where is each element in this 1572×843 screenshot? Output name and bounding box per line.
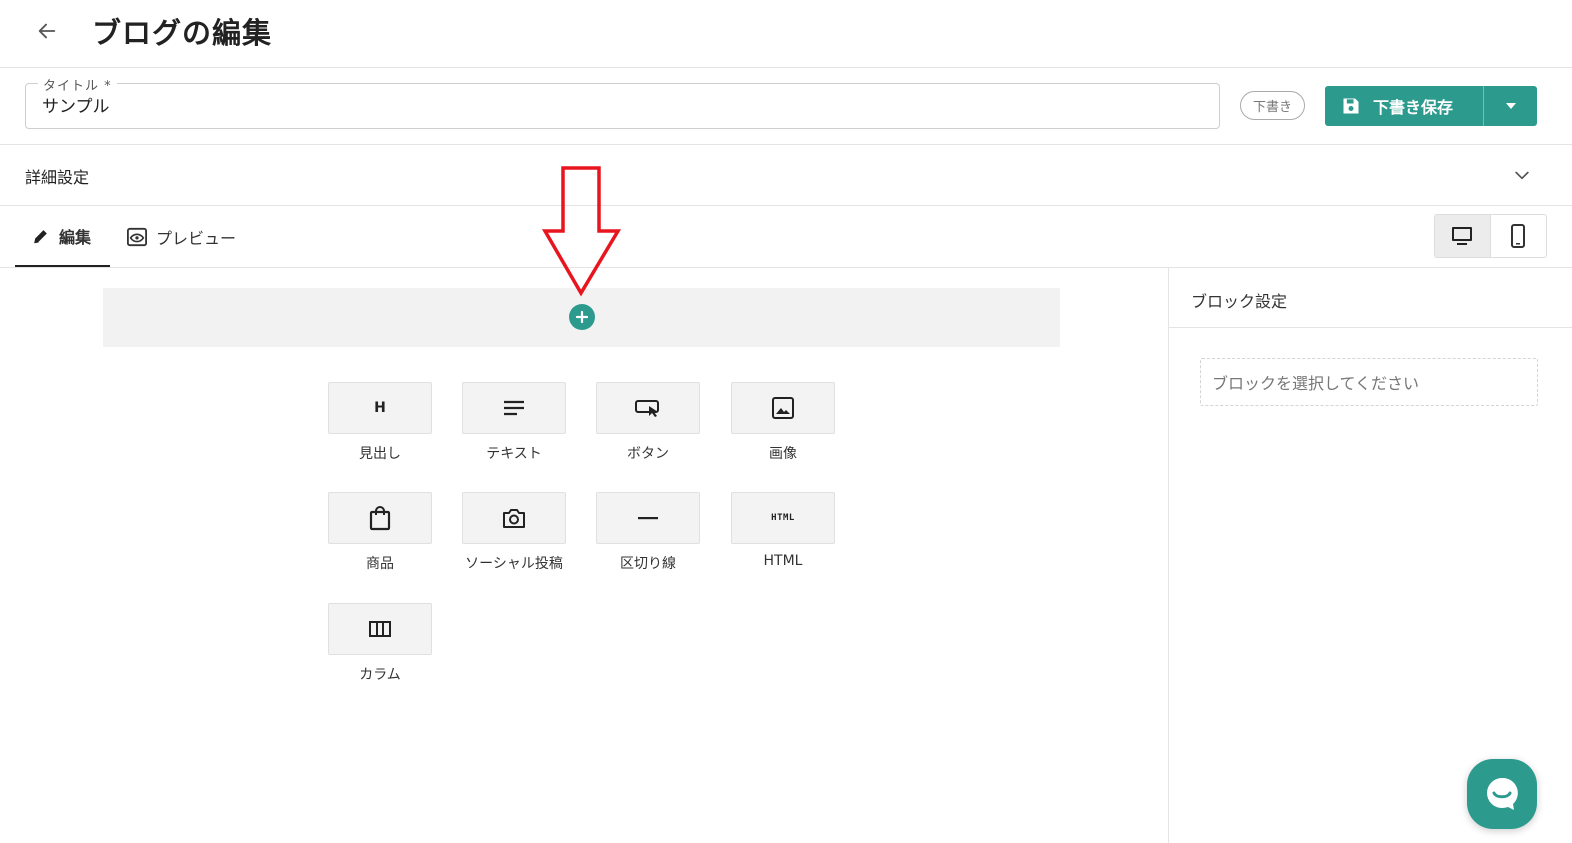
block-label: テキスト (486, 446, 542, 462)
top-bar: ブログの編集 (0, 0, 1572, 68)
editor-tabs: 編集 プレビュー (0, 206, 1572, 268)
tab-edit[interactable]: 編集 (15, 206, 110, 267)
arrow-left-icon (38, 23, 56, 39)
block-text[interactable]: テキスト (462, 382, 566, 463)
page-title: ブログの編集 (92, 16, 273, 50)
add-block-button[interactable] (569, 304, 595, 330)
desktop-icon (1452, 227, 1473, 245)
block-settings-panel: ブロック設定 ブロックを選択してください (1168, 268, 1572, 843)
device-toggle (1434, 214, 1547, 258)
camera-icon (503, 509, 525, 528)
pencil-icon (31, 226, 51, 246)
caret-down-icon (1505, 103, 1516, 109)
text-lines-icon (504, 400, 524, 416)
block-label: 商品 (366, 556, 394, 572)
shopping-bag-icon (369, 506, 391, 531)
status-badge: 下書き (1240, 91, 1305, 120)
block-label: 画像 (769, 446, 797, 462)
mobile-icon (1511, 224, 1526, 248)
block-label: HTML (763, 553, 803, 569)
heading-icon: H (374, 400, 386, 416)
button-click-icon (635, 400, 659, 417)
block-label: 区切り線 (620, 556, 676, 572)
divider-icon (638, 517, 658, 520)
plus-icon (575, 310, 589, 324)
save-button-group: 下書き保存 (1325, 86, 1537, 126)
annotation-arrow-icon (541, 166, 622, 297)
tab-preview[interactable]: プレビュー (126, 206, 236, 267)
block-button[interactable]: ボタン (596, 382, 700, 463)
block-product[interactable]: 商品 (328, 492, 432, 573)
tab-edit-label: 編集 (59, 227, 92, 247)
block-social-post[interactable]: ソーシャル投稿 (462, 492, 566, 573)
save-draft-button[interactable]: 下書き保存 (1325, 86, 1483, 126)
title-field[interactable]: タイトル * (25, 75, 1220, 129)
chat-support-button[interactable] (1467, 759, 1537, 829)
save-draft-label: 下書き保存 (1373, 98, 1454, 117)
title-input[interactable] (42, 94, 1202, 114)
title-field-label: タイトル * (38, 75, 117, 94)
save-options-dropdown[interactable] (1483, 86, 1537, 126)
image-icon (772, 397, 794, 419)
tab-preview-label: プレビュー (156, 228, 237, 248)
chat-bubble-icon (1487, 777, 1518, 810)
block-columns[interactable]: カラム (328, 603, 432, 684)
block-heading[interactable]: H 見出し (328, 382, 432, 463)
detail-settings-label: 詳細設定 (25, 168, 90, 187)
detail-settings-accordion[interactable]: 詳細設定 (0, 145, 1572, 206)
block-html[interactable]: HTML HTML (731, 492, 835, 569)
block-settings-title: ブロック設定 (1191, 292, 1288, 311)
back-button[interactable] (30, 14, 64, 48)
block-label: ソーシャル投稿 (465, 556, 563, 572)
columns-icon (369, 621, 391, 637)
chevron-down-icon (1510, 163, 1534, 187)
block-label: 見出し (359, 446, 401, 462)
block-image[interactable]: 画像 (731, 382, 835, 463)
html-icon: HTML (771, 513, 795, 523)
block-label: ボタン (627, 446, 669, 462)
title-row: タイトル * 下書き 下書き保存 (0, 68, 1572, 145)
block-settings-empty-message: ブロックを選択してください (1200, 358, 1538, 406)
save-icon (1341, 96, 1361, 116)
block-divider[interactable]: 区切り線 (596, 492, 700, 573)
desktop-view-button[interactable] (1435, 215, 1491, 257)
mobile-view-button[interactable] (1491, 215, 1547, 257)
divider (1169, 327, 1572, 328)
block-label: カラム (359, 667, 401, 683)
preview-eye-icon (126, 227, 148, 247)
